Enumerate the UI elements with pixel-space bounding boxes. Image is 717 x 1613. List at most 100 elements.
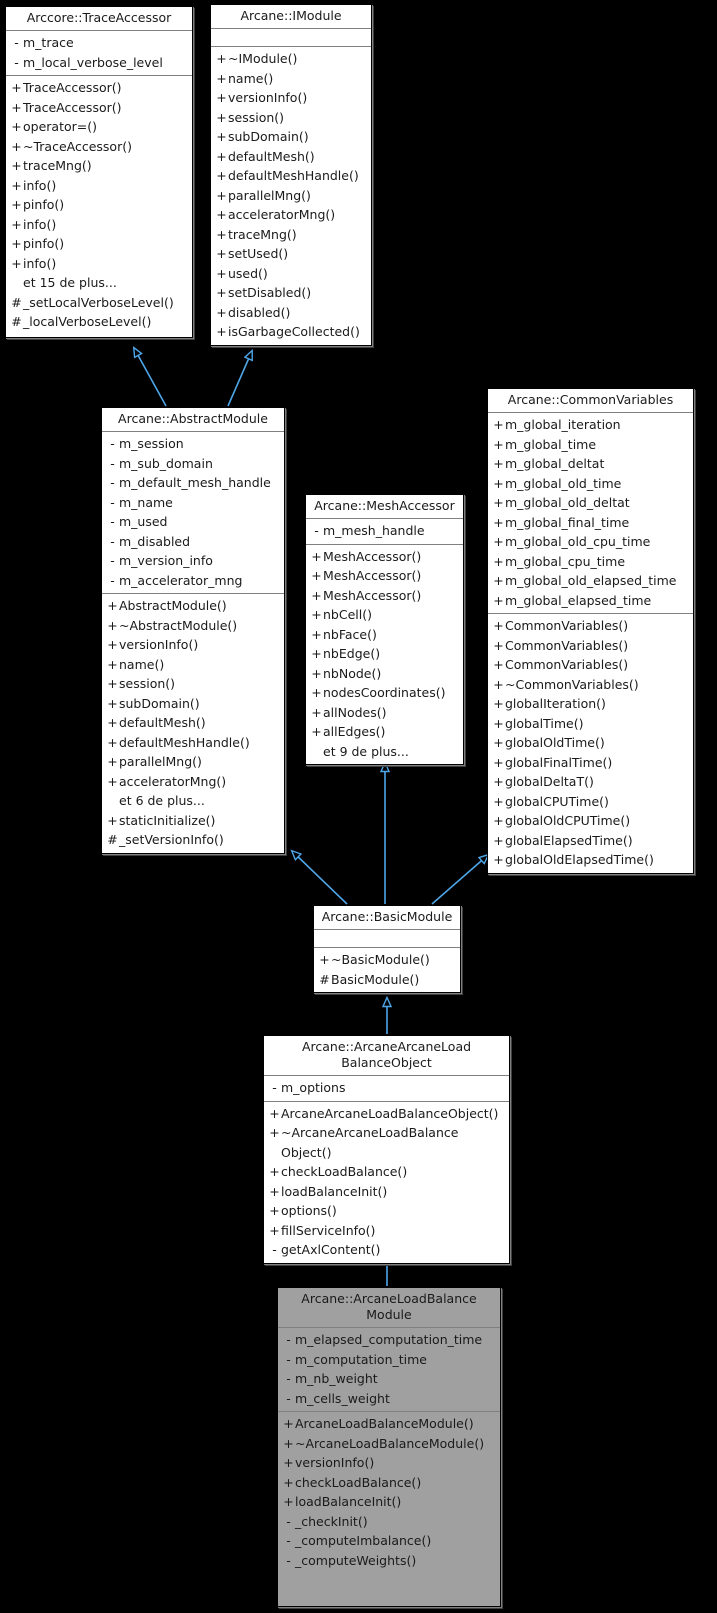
- attribute-row[interactable]: + m_global_elapsed_time: [488, 591, 693, 611]
- method-row[interactable]: + info(): [6, 215, 192, 235]
- method-row[interactable]: + subDomain(): [102, 694, 284, 714]
- method-row[interactable]: + globalElapsedTime(): [488, 831, 693, 851]
- method-row[interactable]: - _computeImbalance(): [278, 1531, 500, 1551]
- attribute-row[interactable]: - m_session: [102, 434, 284, 454]
- method-row[interactable]: + ArcaneArcaneLoadBalanceObject(): [264, 1104, 509, 1124]
- method-row[interactable]: + versionInfo(): [278, 1453, 500, 1473]
- method-row[interactable]: + globalOldTime(): [488, 733, 693, 753]
- method-row[interactable]: + ~ArcaneArcaneLoadBalance Object(): [264, 1123, 509, 1162]
- attribute-row[interactable]: - m_nb_weight: [278, 1369, 500, 1389]
- method-row[interactable]: + globalOldElapsedTime(): [488, 850, 693, 870]
- class-box-arcane_arcane_load_balance_object[interactable]: Arcane::ArcaneArcaneLoad BalanceObject - m…: [263, 1035, 510, 1264]
- attribute-row[interactable]: + m_global_iteration: [488, 415, 693, 435]
- method-row[interactable]: + CommonVariables(): [488, 636, 693, 656]
- method-row[interactable]: + ~TraceAccessor(): [6, 137, 192, 157]
- method-row[interactable]: + pinfo(): [6, 234, 192, 254]
- method-row[interactable]: + loadBalanceInit(): [278, 1492, 500, 1512]
- method-row[interactable]: et 9 de plus...: [306, 742, 463, 762]
- method-row[interactable]: + CommonVariables(): [488, 655, 693, 675]
- attribute-row[interactable]: + m_global_old_elapsed_time: [488, 571, 693, 591]
- attribute-row[interactable]: - m_default_mesh_handle: [102, 473, 284, 493]
- method-row[interactable]: + name(): [102, 655, 284, 675]
- attribute-row[interactable]: + m_global_cpu_time: [488, 552, 693, 572]
- method-row[interactable]: + checkLoadBalance(): [264, 1162, 509, 1182]
- attribute-row[interactable]: - m_version_info: [102, 551, 284, 571]
- method-row[interactable]: + setDisabled(): [211, 283, 371, 303]
- attribute-row[interactable]: - m_elapsed_computation_time: [278, 1330, 500, 1350]
- method-row[interactable]: # _localVerboseLevel(): [6, 312, 192, 332]
- method-row[interactable]: + ~CommonVariables(): [488, 675, 693, 695]
- method-row[interactable]: - _computeWeights(): [278, 1551, 500, 1571]
- attribute-row[interactable]: - m_mesh_handle: [306, 521, 463, 541]
- attribute-row[interactable]: - m_cells_weight: [278, 1389, 500, 1409]
- method-row[interactable]: # _setLocalVerboseLevel(): [6, 293, 192, 313]
- method-row[interactable]: + ~BasicModule(): [314, 950, 460, 970]
- method-row[interactable]: + fillServiceInfo(): [264, 1221, 509, 1241]
- method-row[interactable]: + MeshAccessor(): [306, 586, 463, 606]
- attribute-row[interactable]: + m_global_old_time: [488, 474, 693, 494]
- method-row[interactable]: + isGarbageCollected(): [211, 322, 371, 342]
- method-row[interactable]: + nbCell(): [306, 605, 463, 625]
- method-row[interactable]: + parallelMng(): [102, 752, 284, 772]
- method-row[interactable]: + loadBalanceInit(): [264, 1182, 509, 1202]
- attribute-row[interactable]: - m_used: [102, 512, 284, 532]
- method-row[interactable]: + allNodes(): [306, 703, 463, 723]
- method-row[interactable]: + traceMng(): [211, 225, 371, 245]
- method-row[interactable]: - getAxlContent(): [264, 1240, 509, 1260]
- method-row[interactable]: + AbstractModule(): [102, 596, 284, 616]
- method-row[interactable]: et 15 de plus...: [6, 273, 192, 293]
- attribute-row[interactable]: - m_sub_domain: [102, 454, 284, 474]
- attribute-row[interactable]: - m_options: [264, 1078, 509, 1098]
- method-row[interactable]: + nodesCoordinates(): [306, 683, 463, 703]
- method-row[interactable]: + checkLoadBalance(): [278, 1473, 500, 1493]
- method-row[interactable]: + staticInitialize(): [102, 811, 284, 831]
- method-row[interactable]: + TraceAccessor(): [6, 98, 192, 118]
- method-row[interactable]: + session(): [211, 108, 371, 128]
- class-box-mesh_accessor[interactable]: Arcane::MeshAccessor - m_mesh_handle + MeshA…: [305, 494, 464, 765]
- method-row[interactable]: + parallelMng(): [211, 186, 371, 206]
- method-row[interactable]: + acceleratorMng(): [211, 205, 371, 225]
- method-row[interactable]: + globalTime(): [488, 714, 693, 734]
- class-box-abstract_module[interactable]: Arcane::AbstractModule - m_session - m_sub_d…: [101, 407, 285, 854]
- attribute-row[interactable]: + m_global_deltat: [488, 454, 693, 474]
- method-row[interactable]: + ArcaneLoadBalanceModule(): [278, 1414, 500, 1434]
- method-row[interactable]: et 6 de plus...: [102, 791, 284, 811]
- method-row[interactable]: - _checkInit(): [278, 1512, 500, 1532]
- method-row[interactable]: + globalOldCPUTime(): [488, 811, 693, 831]
- method-row[interactable]: + CommonVariables(): [488, 616, 693, 636]
- class-box-arcane_load_balance_module[interactable]: Arcane::ArcaneLoadBalance Module - m_elaps…: [277, 1287, 501, 1607]
- method-row[interactable]: + allEdges(): [306, 722, 463, 742]
- attribute-row[interactable]: - m_computation_time: [278, 1350, 500, 1370]
- method-row[interactable]: + setUsed(): [211, 244, 371, 264]
- method-row[interactable]: + versionInfo(): [211, 88, 371, 108]
- attribute-row[interactable]: - m_name: [102, 493, 284, 513]
- attribute-row[interactable]: - m_disabled: [102, 532, 284, 552]
- method-row[interactable]: + nbEdge(): [306, 644, 463, 664]
- method-row[interactable]: + session(): [102, 674, 284, 694]
- method-row[interactable]: + nbNode(): [306, 664, 463, 684]
- method-row[interactable]: + traceMng(): [6, 156, 192, 176]
- method-row[interactable]: + operator=(): [6, 117, 192, 137]
- method-row[interactable]: + used(): [211, 264, 371, 284]
- method-row[interactable]: + pinfo(): [6, 195, 192, 215]
- method-row[interactable]: + globalCPUTime(): [488, 792, 693, 812]
- method-row[interactable]: + options(): [264, 1201, 509, 1221]
- method-row[interactable]: # BasicModule(): [314, 970, 460, 990]
- class-box-imodule[interactable]: Arcane::IModule + ~IModule() + name() + versio…: [210, 4, 372, 346]
- method-row[interactable]: + versionInfo(): [102, 635, 284, 655]
- method-row[interactable]: + subDomain(): [211, 127, 371, 147]
- attribute-row[interactable]: - m_local_verbose_level: [6, 53, 192, 73]
- method-row[interactable]: + globalDeltaT(): [488, 772, 693, 792]
- method-row[interactable]: + ~AbstractModule(): [102, 616, 284, 636]
- method-row[interactable]: + name(): [211, 69, 371, 89]
- method-row[interactable]: + TraceAccessor(): [6, 78, 192, 98]
- attribute-row[interactable]: + m_global_old_cpu_time: [488, 532, 693, 552]
- class-box-basic_module[interactable]: Arcane::BasicModule + ~BasicModule() # Basic…: [313, 905, 461, 993]
- method-row[interactable]: + info(): [6, 176, 192, 196]
- method-row[interactable]: + info(): [6, 254, 192, 274]
- method-row[interactable]: + ~IModule(): [211, 49, 371, 69]
- attribute-row[interactable]: + m_global_old_deltat: [488, 493, 693, 513]
- method-row[interactable]: + defaultMeshHandle(): [211, 166, 371, 186]
- attribute-row[interactable]: + m_global_final_time: [488, 513, 693, 533]
- method-row[interactable]: + MeshAccessor(): [306, 566, 463, 586]
